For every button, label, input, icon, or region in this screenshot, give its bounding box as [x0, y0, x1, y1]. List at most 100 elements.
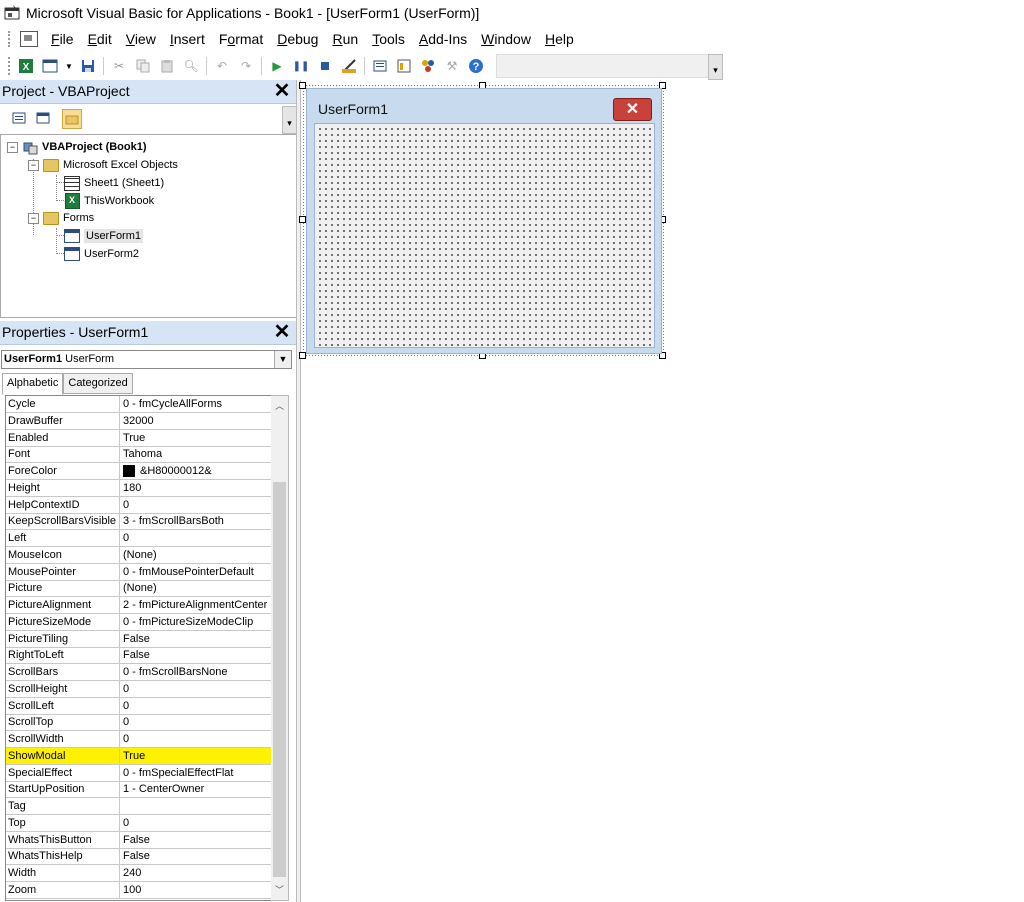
menu-edit[interactable]: Edit: [81, 29, 119, 49]
property-value[interactable]: True: [120, 748, 272, 764]
close-icon[interactable]: ✕: [613, 98, 652, 121]
property-value[interactable]: 240: [120, 865, 272, 881]
property-value[interactable]: False: [120, 631, 272, 647]
scroll-down-icon[interactable]: ﹀: [271, 882, 288, 898]
copy-icon[interactable]: [134, 57, 152, 75]
property-row[interactable]: ScrollHeight 0: [6, 680, 272, 698]
property-row[interactable]: KeepScrollBarsVisible 3 - fmScrollBarsBot…: [6, 513, 272, 531]
userform-menu-icon[interactable]: [20, 31, 38, 47]
property-value[interactable]: 0: [120, 714, 272, 730]
view-code-icon[interactable]: [10, 109, 28, 127]
excel-view-icon[interactable]: X: [17, 57, 35, 75]
property-row[interactable]: Left 0: [6, 530, 272, 547]
property-value[interactable]: False: [120, 848, 272, 864]
property-row[interactable]: RightToLeft False: [6, 647, 272, 665]
property-row[interactable]: Picture (None): [6, 580, 272, 598]
save-icon[interactable]: [79, 57, 97, 75]
view-object-icon[interactable]: [34, 109, 52, 127]
property-value[interactable]: (None): [120, 547, 272, 563]
toggle-folders-icon[interactable]: [62, 109, 82, 129]
property-row[interactable]: Height 180: [6, 479, 272, 497]
close-icon[interactable]: ✕: [272, 81, 292, 101]
property-value[interactable]: 100: [120, 882, 272, 898]
tree-node-forms[interactable]: − Forms: [28, 209, 94, 227]
property-row[interactable]: Width 240: [6, 865, 272, 882]
project-explorer-icon[interactable]: [371, 57, 389, 75]
property-value[interactable]: 3 - fmScrollBarsBoth: [120, 513, 272, 529]
property-value[interactable]: 0: [120, 815, 272, 831]
properties-window-icon[interactable]: [395, 57, 413, 75]
property-row[interactable]: StartUpPosition 1 - CenterOwner: [6, 781, 272, 799]
undo-icon[interactable]: ↶: [213, 57, 231, 75]
menu-file[interactable]: File: [44, 29, 81, 49]
paste-icon[interactable]: [158, 57, 176, 75]
tree-node-vbaproject[interactable]: − VBAProject (Book1): [7, 138, 147, 156]
property-value[interactable]: 0 - fmScrollBarsNone: [120, 664, 272, 680]
menu-view[interactable]: View: [119, 29, 163, 49]
property-value[interactable]: 0: [120, 681, 272, 697]
property-row[interactable]: Cycle 0 - fmCycleAllForms: [6, 396, 272, 413]
reset-icon[interactable]: [316, 57, 334, 75]
property-row[interactable]: PictureSizeMode 0 - fmPictureSizeModeClip: [6, 613, 272, 631]
break-icon[interactable]: ❚❚: [292, 57, 310, 75]
property-row[interactable]: WhatsThisHelp False: [6, 848, 272, 866]
property-row[interactable]: ShowModal True: [6, 747, 272, 765]
toolbar-grip[interactable]: [8, 57, 14, 75]
property-value[interactable]: 0: [120, 731, 272, 747]
property-value[interactable]: 0 - fmSpecialEffectFlat: [120, 765, 272, 781]
help-icon[interactable]: ?: [467, 57, 485, 75]
property-value[interactable]: False: [120, 647, 272, 663]
toolbox-icon[interactable]: ⚒: [443, 57, 461, 75]
property-row[interactable]: SpecialEffect 0 - fmSpecialEffectFlat: [6, 764, 272, 782]
collapse-icon[interactable]: −: [28, 159, 39, 171]
scrollbar-thumb[interactable]: [273, 482, 286, 877]
property-value[interactable]: 1 - CenterOwner: [120, 781, 272, 797]
cut-icon[interactable]: ✂: [110, 57, 128, 75]
properties-scrollbar[interactable]: ︿ ﹀: [271, 395, 289, 901]
property-row[interactable]: MouseIcon (None): [6, 546, 272, 564]
menu-format[interactable]: Format: [212, 29, 270, 49]
property-row[interactable]: Font Tahoma: [6, 446, 272, 464]
collapse-icon[interactable]: −: [28, 212, 39, 224]
property-row[interactable]: Zoom 100: [6, 881, 272, 899]
toolbar-overflow-chevron[interactable]: ▾: [708, 54, 723, 80]
chevron-down-icon[interactable]: ▼: [274, 351, 291, 368]
object-selector[interactable]: UserForm1 UserForm ▼: [1, 350, 292, 369]
scroll-up-icon[interactable]: ︿: [271, 398, 288, 414]
property-value[interactable]: 2 - fmPictureAlignmentCenter: [120, 597, 272, 613]
property-value[interactable]: 32000: [120, 413, 272, 429]
property-row[interactable]: Top 0: [6, 814, 272, 832]
menu-add-ins[interactable]: Add-Ins: [412, 29, 474, 49]
tab-categorized[interactable]: Categorized: [63, 373, 133, 394]
property-row[interactable]: Enabled True: [6, 429, 272, 447]
property-value[interactable]: 0: [120, 530, 272, 546]
run-icon[interactable]: ▶: [268, 57, 286, 75]
project-toolbar-chevron[interactable]: ▾: [282, 106, 297, 134]
property-value[interactable]: (None): [120, 580, 272, 596]
pane-splitter[interactable]: [296, 80, 301, 902]
menu-debug[interactable]: Debug: [270, 29, 325, 49]
property-value[interactable]: False: [120, 832, 272, 848]
property-row[interactable]: PictureAlignment 2 - fmPictureAlignmentCe…: [6, 597, 272, 614]
insert-userform-icon[interactable]: [41, 57, 59, 75]
redo-icon[interactable]: ↷: [237, 57, 255, 75]
menu-run[interactable]: Run: [325, 29, 365, 49]
property-row[interactable]: ScrollWidth 0: [6, 731, 272, 748]
userform-window[interactable]: UserForm1 ✕: [306, 88, 662, 354]
menu-window[interactable]: Window: [474, 29, 538, 49]
collapse-icon[interactable]: −: [7, 141, 18, 153]
menu-tools[interactable]: Tools: [365, 29, 412, 49]
menubar-grip[interactable]: [8, 31, 14, 47]
find-icon[interactable]: 🔍︎: [182, 57, 200, 75]
property-value[interactable]: 0: [120, 698, 272, 714]
object-browser-icon[interactable]: [419, 57, 437, 75]
menu-insert[interactable]: Insert: [163, 29, 212, 49]
property-row[interactable]: DrawBuffer 32000: [6, 412, 272, 430]
property-row[interactable]: MousePointer 0 - fmMousePointerDefault: [6, 563, 272, 581]
tree-node-excel-objects[interactable]: − Microsoft Excel Objects: [28, 156, 178, 174]
property-row[interactable]: PictureTiling False: [6, 630, 272, 648]
property-value[interactable]: 0 - fmPictureSizeModeClip: [120, 614, 272, 630]
property-value[interactable]: [120, 798, 272, 814]
tab-alphabetic[interactable]: Alphabetic: [2, 373, 64, 395]
property-value[interactable]: 0 - fmCycleAllForms: [120, 396, 272, 412]
